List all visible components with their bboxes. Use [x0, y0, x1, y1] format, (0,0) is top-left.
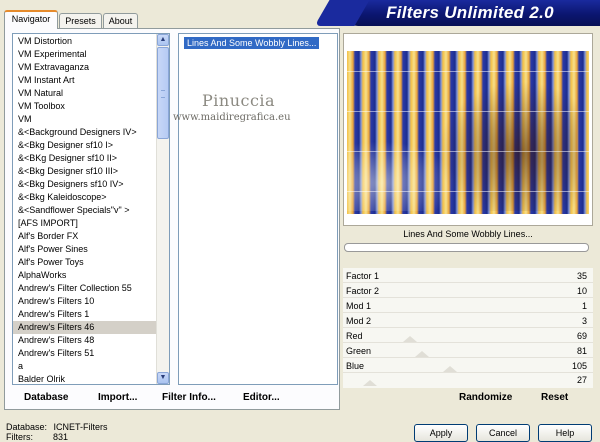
category-item[interactable]: &<Bkg Designer sf10 III> — [13, 165, 158, 178]
category-item[interactable]: &<Bkg Designers sf10 IV> — [13, 178, 158, 191]
filter-info-button[interactable]: Filter Info... — [162, 392, 216, 403]
category-item[interactable]: Alf's Power Toys — [13, 256, 158, 269]
category-item[interactable]: VM Extravaganza — [13, 61, 158, 74]
category-item[interactable]: &<Bkg Designer sf10 I> — [13, 139, 158, 152]
status-filters: Filters: 831 — [6, 432, 68, 442]
slider-track[interactable] — [343, 327, 593, 328]
category-scrollbar[interactable]: ▲ ▼ — [156, 34, 169, 384]
preview-image[interactable] — [347, 51, 589, 214]
slider-track[interactable] — [343, 357, 593, 358]
slider-label: Red — [346, 331, 363, 341]
scroll-thumb[interactable] — [157, 47, 169, 139]
slider-label: Factor 2 — [346, 286, 380, 296]
scroll-down-icon[interactable]: ▼ — [157, 372, 169, 384]
slider-label: Green — [346, 346, 372, 356]
tab-navigator[interactable]: Navigator — [4, 10, 58, 29]
category-item[interactable]: Andrew's Filters 46 — [13, 321, 158, 334]
preview-line — [347, 71, 589, 72]
status-database-label: Database: — [6, 422, 48, 432]
database-button[interactable]: Database — [24, 392, 68, 403]
category-item[interactable]: VM Instant Art — [13, 74, 158, 87]
preview-line — [347, 111, 589, 112]
slider-track[interactable] — [343, 282, 593, 283]
cancel-button[interactable]: Cancel — [476, 424, 530, 442]
category-items: VM Distortion VM Experimental VM Extravaga… — [13, 35, 158, 384]
slider-thumb-icon[interactable] — [363, 380, 377, 386]
slider-track[interactable] — [343, 297, 593, 298]
app-title-banner: Filters Unlimited 2.0 — [340, 0, 600, 26]
category-item[interactable]: a — [13, 360, 158, 373]
slider-label: Mod 2 — [346, 316, 372, 326]
slider-panel: Factor 1 35 Factor 2 10 Mod 1 1 Mod 2 3 Red 6… — [343, 268, 593, 388]
category-item[interactable]: &<BKg Designer sf10 II> — [13, 152, 158, 165]
filter-item[interactable]: Lines And Some Wobbly Lines... — [184, 37, 320, 49]
category-item[interactable]: VM Experimental — [13, 48, 158, 61]
category-item[interactable]: AlphaWorks — [13, 269, 158, 282]
status-filters-value: 831 — [53, 432, 69, 442]
app-title: Filters Unlimited 2.0 — [386, 3, 554, 22]
slider-thumb-icon[interactable] — [443, 366, 457, 372]
slider-factor-2[interactable]: Factor 2 10 — [343, 284, 593, 298]
category-item[interactable]: &<Background Designers IV> — [13, 126, 158, 139]
slider-value: 81 — [576, 346, 587, 356]
category-item[interactable]: Alf's Power Sines — [13, 243, 158, 256]
category-item[interactable]: Alf's Border FX — [13, 230, 158, 243]
category-item[interactable]: Andrew's Filters 51 — [13, 347, 158, 360]
slider-mod-2[interactable]: Mod 2 3 — [343, 314, 593, 328]
tab-about[interactable]: About — [103, 13, 138, 28]
slider-factor-1[interactable]: Factor 1 35 — [343, 269, 593, 283]
category-item[interactable]: VM Toolbox — [13, 100, 158, 113]
category-item[interactable]: Andrew's Filters 1 — [13, 308, 158, 321]
slider-blue[interactable]: Blue 105 — [343, 359, 593, 373]
slider-value: 105 — [571, 361, 587, 371]
progress-bar — [344, 243, 589, 252]
category-item[interactable]: [AFS IMPORT] — [13, 217, 158, 230]
apply-button[interactable]: Apply — [414, 424, 468, 442]
slider-value: 3 — [581, 316, 587, 326]
slider-value: 69 — [576, 331, 587, 341]
preview-frame — [343, 33, 593, 226]
scroll-up-icon[interactable]: ▲ — [157, 34, 169, 46]
slider-red[interactable]: Red 69 — [343, 329, 593, 343]
category-item[interactable]: Balder Olrik — [13, 373, 158, 384]
status-database-value: ICNET-Filters — [53, 422, 108, 432]
tab-presets[interactable]: Presets — [59, 13, 102, 28]
status-filters-label: Filters: — [6, 432, 33, 442]
slider-track[interactable] — [343, 342, 593, 343]
slider-label: Factor 1 — [346, 271, 380, 281]
slider-green[interactable]: Green 81 — [343, 344, 593, 358]
category-item[interactable]: VM Natural — [13, 87, 158, 100]
category-item[interactable]: VM Distortion — [13, 35, 158, 48]
category-item[interactable]: &<Bkg Kaleidoscope> — [13, 191, 158, 204]
category-item[interactable]: VM — [13, 113, 158, 126]
randomize-button[interactable]: Randomize — [459, 392, 512, 403]
slider-thumb-icon[interactable] — [403, 336, 417, 342]
slider-label: Mod 1 — [346, 301, 372, 311]
preview-filter-name: Lines And Some Wobbly Lines... — [403, 229, 533, 239]
import-button[interactable]: Import... — [98, 392, 137, 403]
category-list[interactable]: VM Distortion VM Experimental VM Extravaga… — [12, 33, 170, 385]
preview-line — [347, 191, 589, 192]
slider-label: Blue — [346, 361, 365, 371]
watermark-url: www.maidiregrafica.eu — [173, 112, 291, 123]
category-item[interactable]: Andrew's Filters 48 — [13, 334, 158, 347]
slider-track[interactable] — [343, 312, 593, 313]
slider-extra[interactable]: 27 — [343, 373, 593, 387]
status-database: Database: ICNET-Filters — [6, 423, 108, 432]
category-item[interactable]: Andrew's Filters 10 — [13, 295, 158, 308]
watermark-name: Pinuccia — [202, 91, 276, 110]
slider-value: 35 — [576, 271, 587, 281]
editor-button[interactable]: Editor... — [243, 392, 280, 403]
preview-line — [347, 151, 589, 152]
reset-button[interactable]: Reset — [541, 392, 568, 403]
help-button[interactable]: Help — [538, 424, 592, 442]
slider-value: 1 — [581, 301, 587, 311]
slider-value: 27 — [576, 375, 587, 385]
slider-value: 10 — [576, 286, 587, 296]
slider-mod-1[interactable]: Mod 1 1 — [343, 299, 593, 313]
category-item[interactable]: &<Sandflower Specials"v" > — [13, 204, 158, 217]
filter-list[interactable]: Lines And Some Wobbly Lines... — [178, 33, 338, 385]
category-item[interactable]: Andrew's Filter Collection 55 — [13, 282, 158, 295]
slider-thumb-icon[interactable] — [415, 351, 429, 357]
